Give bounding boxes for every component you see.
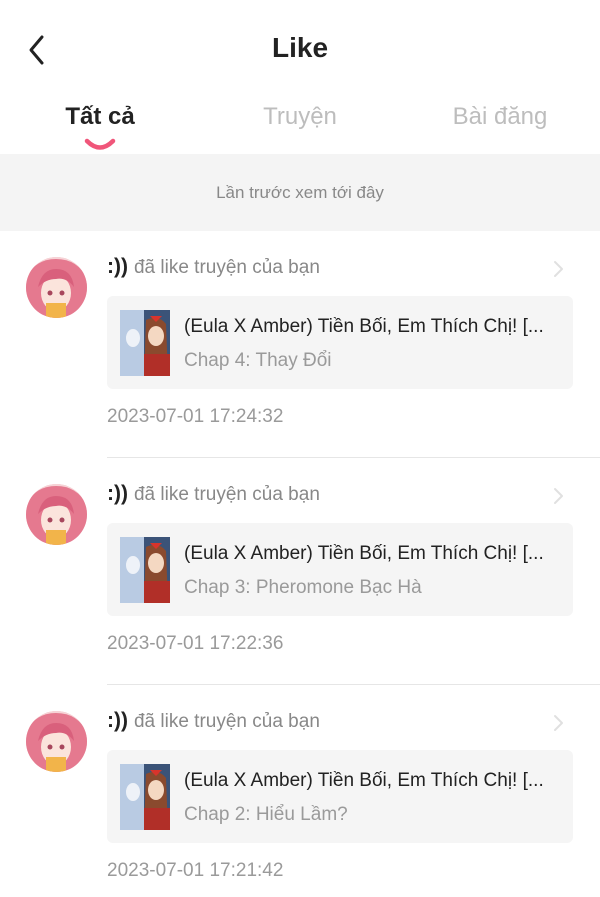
story-title: (Eula X Amber) Tiền Bối, Em Thích Chị! [… xyxy=(184,543,544,564)
timestamp: 2023-07-01 17:22:36 xyxy=(107,633,284,654)
list-item[interactable]: :)) đã like truyện của bạn (Eula X Amber)… xyxy=(0,231,600,458)
tab-posts[interactable]: Bài đăng xyxy=(440,103,560,151)
like-notification-text: :)) đã like truyện của bạn xyxy=(107,255,320,279)
story-cover xyxy=(120,764,170,830)
page-title: Like xyxy=(271,32,329,63)
list-item[interactable]: :)) đã like truyện của bạn (Eula X Amber)… xyxy=(0,458,600,685)
avatar-image xyxy=(26,711,87,772)
avatar[interactable] xyxy=(26,257,87,318)
active-tab-indicator xyxy=(84,138,116,150)
story-card[interactable]: (Eula X Amber) Tiền Bối, Em Thích Chị! [… xyxy=(107,296,573,389)
avatar-image xyxy=(26,484,87,545)
username[interactable]: :)) xyxy=(107,255,128,278)
action-text: đã like truyện của bạn xyxy=(133,711,320,732)
header: Like xyxy=(0,0,600,100)
avatar-image xyxy=(26,257,87,318)
tab-stories[interactable]: Truyện xyxy=(240,103,360,151)
story-cover xyxy=(120,537,170,603)
story-card[interactable]: (Eula X Amber) Tiền Bối, Em Thích Chị! [… xyxy=(107,523,573,616)
timestamp: 2023-07-01 17:24:32 xyxy=(107,406,284,427)
last-seen-banner: Lần trước xem tới đây xyxy=(0,154,600,231)
timestamp: 2023-07-01 17:21:42 xyxy=(107,860,284,881)
story-cover xyxy=(120,310,170,376)
chapter-title: Chap 3: Pheromone Bạc Hà xyxy=(184,577,422,598)
chapter-title: Chap 4: Thay Đổi xyxy=(184,350,332,371)
list-item[interactable]: :)) đã like truyện của bạn (Eula X Amber)… xyxy=(0,685,600,897)
username[interactable]: :)) xyxy=(107,709,128,732)
avatar[interactable] xyxy=(26,711,87,772)
like-feed: :)) đã like truyện của bạn (Eula X Amber)… xyxy=(0,231,600,897)
action-text: đã like truyện của bạn xyxy=(133,484,320,505)
chevron-right-icon[interactable] xyxy=(550,484,566,508)
story-card[interactable]: (Eula X Amber) Tiền Bối, Em Thích Chị! [… xyxy=(107,750,573,843)
story-title: (Eula X Amber) Tiền Bối, Em Thích Chị! [… xyxy=(184,316,544,337)
story-title: (Eula X Amber) Tiền Bối, Em Thích Chị! [… xyxy=(184,770,544,791)
chapter-title: Chap 2: Hiểu Lầm? xyxy=(184,804,348,825)
username[interactable]: :)) xyxy=(107,482,128,505)
like-notification-text: :)) đã like truyện của bạn xyxy=(107,709,320,733)
chevron-right-icon[interactable] xyxy=(550,257,566,281)
chevron-right-icon[interactable] xyxy=(550,711,566,735)
like-notification-text: :)) đã like truyện của bạn xyxy=(107,482,320,506)
action-text: đã like truyện của bạn xyxy=(133,257,320,278)
avatar[interactable] xyxy=(26,484,87,545)
